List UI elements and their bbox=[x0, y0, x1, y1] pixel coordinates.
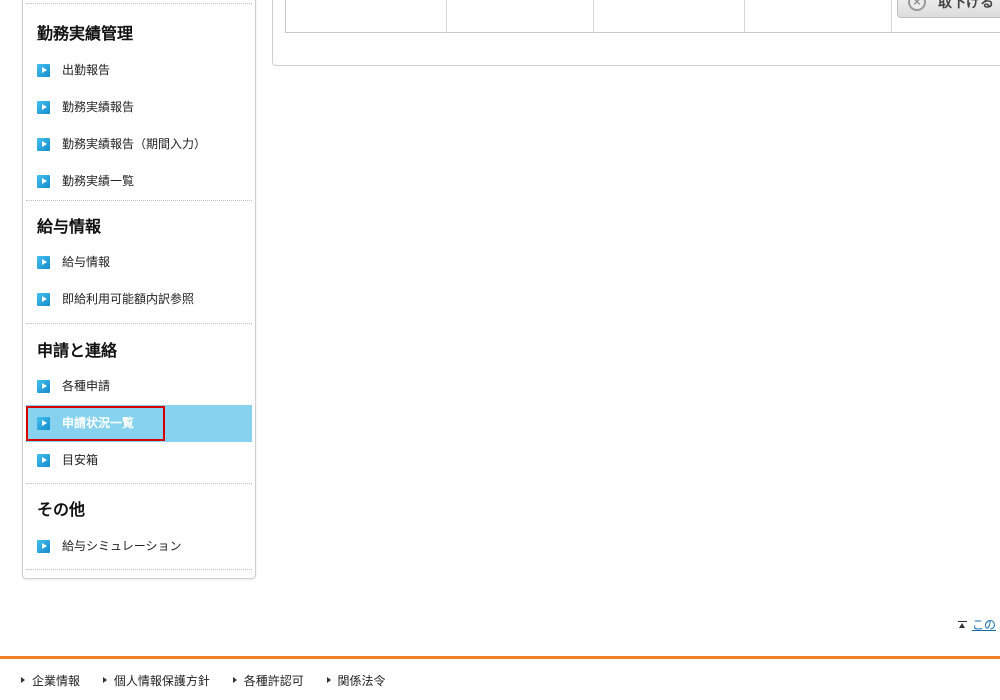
sidebar-item-applications[interactable]: 各種申請 bbox=[26, 368, 252, 405]
sidebar-item-suggestion-box[interactable]: 目安箱 bbox=[26, 442, 252, 479]
withdraw-button-label: 取下げる bbox=[938, 0, 994, 11]
arrow-right-icon bbox=[37, 101, 50, 114]
section-work-records: 勤務実績管理 出勤報告 勤務実績報告 勤務実績報告（期間入力） 勤務実績一覧 bbox=[26, 3, 252, 201]
close-icon: × bbox=[908, 0, 926, 11]
sidebar-item-work-report-period[interactable]: 勤務実績報告（期間入力） bbox=[26, 126, 252, 163]
sidebar-item-work-report[interactable]: 勤務実績報告 bbox=[26, 89, 252, 126]
footer-link-label: 個人情報保護方針 bbox=[113, 674, 210, 688]
arrow-right-icon bbox=[37, 138, 50, 151]
footer-link-licenses[interactable]: 各種許認可 bbox=[232, 672, 304, 689]
sidebar-item-label: 給与情報 bbox=[62, 255, 111, 269]
sidebar-item-work-list[interactable]: 勤務実績一覧 bbox=[26, 163, 252, 200]
footer-link-related-laws[interactable]: 関係法令 bbox=[326, 672, 386, 689]
sidebar-item-label: 出勤報告 bbox=[62, 63, 111, 77]
table-column-divider bbox=[891, 0, 892, 33]
footer-link-label: 関係法令 bbox=[337, 674, 386, 688]
page-top-link[interactable]: この bbox=[958, 616, 996, 633]
footer-link-privacy-policy[interactable]: 個人情報保護方針 bbox=[102, 672, 210, 689]
arrow-right-icon bbox=[37, 417, 50, 430]
sidebar-item-label: 各種申請 bbox=[62, 379, 111, 393]
sidebar-item-attendance-report[interactable]: 出勤報告 bbox=[26, 52, 252, 89]
footer-link-company-info[interactable]: 企業情報 bbox=[20, 672, 80, 689]
triangle-right-icon bbox=[21, 677, 25, 683]
footer-links: 企業情報 個人情報保護方針 各種許認可 関係法令 bbox=[20, 672, 404, 689]
sidebar-item-application-status[interactable]: 申請状況一覧 bbox=[26, 405, 252, 442]
triangle-right-icon bbox=[326, 677, 331, 683]
sidebar-item-label: 勤務実績報告（期間入力） bbox=[62, 137, 207, 151]
section-title-applications: 申請と連絡 bbox=[37, 341, 118, 360]
section-title-other: その他 bbox=[37, 500, 86, 519]
section-salary-info: 給与情報 給与情報 即給利用可能額内訳参照 bbox=[26, 201, 252, 324]
table-column-divider bbox=[446, 0, 447, 33]
section-other: その他 給与シミュレーション bbox=[26, 484, 252, 570]
footer-link-label: 各種許認可 bbox=[243, 674, 304, 688]
arrow-right-icon bbox=[37, 64, 50, 77]
arrow-right-icon bbox=[37, 454, 50, 467]
sidebar-item-label: 勤務実績一覧 bbox=[62, 174, 135, 188]
sidebar-item-label: 給与シミュレーション bbox=[62, 539, 182, 553]
arrow-right-icon bbox=[37, 380, 50, 393]
arrow-right-icon bbox=[37, 540, 50, 553]
section-title-salary-info: 給与情報 bbox=[37, 217, 102, 236]
table-column-divider bbox=[593, 0, 594, 33]
arrow-right-icon bbox=[37, 293, 50, 306]
footer-divider bbox=[0, 656, 1000, 659]
sidebar-item-label: 目安箱 bbox=[62, 453, 99, 467]
triangle-right-icon bbox=[102, 677, 107, 683]
triangle-right-icon bbox=[232, 677, 237, 683]
arrow-right-icon bbox=[37, 256, 50, 269]
footer-link-label: 企業情報 bbox=[32, 674, 81, 688]
arrow-right-icon bbox=[37, 175, 50, 188]
withdraw-button[interactable]: × 取下げる bbox=[897, 0, 1000, 18]
sidebar-item-salary-info[interactable]: 給与情報 bbox=[26, 244, 252, 281]
section-applications: 申請と連絡 各種申請 申請状況一覧 目安箱 bbox=[26, 324, 252, 484]
table-column-divider bbox=[744, 0, 745, 33]
sidebar-item-label: 即給利用可能額内訳参照 bbox=[62, 292, 195, 306]
to-top-icon bbox=[958, 621, 968, 629]
application-status-table bbox=[285, 0, 1000, 33]
sidebar-item-salary-simulation[interactable]: 給与シミュレーション bbox=[26, 528, 252, 565]
page-top-label[interactable]: この bbox=[972, 618, 996, 632]
sidebar-item-label: 勤務実績報告 bbox=[62, 100, 135, 114]
section-title-work-records: 勤務実績管理 bbox=[37, 24, 134, 43]
sidebar-item-instant-pay-breakdown[interactable]: 即給利用可能額内訳参照 bbox=[26, 281, 252, 318]
sidebar-menu: 勤務実績管理 出勤報告 勤務実績報告 勤務実績報告（期間入力） 勤務実績一覧 給… bbox=[22, 0, 256, 579]
